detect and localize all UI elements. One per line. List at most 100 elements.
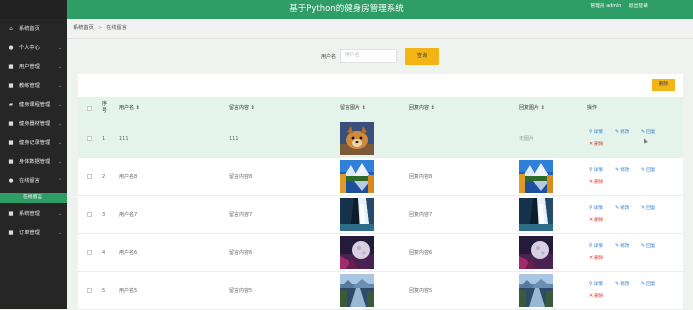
sidebar-item-label: 用户管理 (19, 64, 40, 70)
edit-icon: ✎ (615, 281, 620, 287)
grid-icon: ■ (8, 211, 14, 217)
row-checkbox[interactable] (87, 174, 92, 179)
message-image[interactable] (340, 160, 374, 193)
chevron-icon: ⌄ (57, 159, 62, 165)
reply-image[interactable] (519, 236, 553, 269)
col-message-image[interactable]: 留言图片 ⇕ (340, 97, 366, 120)
cell-message: 留言内容8 (229, 174, 253, 180)
table-row: 2 用户名8 留言内容8 回复内容8 ⚲详情 ✎修改 ✎回复 ✕删除 (78, 158, 683, 196)
message-image[interactable] (340, 236, 374, 269)
sidebar-item[interactable]: ■ 身体数据管理 ⌄ (0, 153, 67, 172)
reply-image[interactable] (519, 274, 553, 307)
reply-link[interactable]: ✎回复 (641, 243, 655, 250)
delete-link[interactable]: ✕删除 (589, 179, 603, 186)
detail-link[interactable]: ⚲详情 (589, 205, 603, 212)
sidebar-item[interactable]: ● 个人中心 ⌄ (0, 39, 67, 58)
sidebar-item[interactable]: ■ 用户管理 ⌄ (0, 58, 67, 77)
search-button[interactable]: 查询 (405, 48, 439, 65)
chevron-icon: ⌄ (57, 64, 62, 70)
grid-icon: ■ (8, 140, 14, 146)
reply-label: 回复 (646, 282, 656, 287)
breadcrumb-home[interactable]: 系统首页 (73, 25, 94, 31)
sidebar-item-label: 个人中心 (19, 45, 40, 51)
chevron-icon: ⌄ (57, 121, 62, 127)
edit-label: 修改 (620, 244, 630, 249)
sidebar-item[interactable]: ● 在线留言 ⌃ (0, 172, 67, 191)
sidebar-item[interactable]: ■ 教练管理 ⌄ (0, 77, 67, 96)
col-username[interactable]: 用户名 ⇕ (119, 97, 140, 120)
edit-link[interactable]: ✎修改 (615, 281, 629, 288)
sidebar-item[interactable]: ■ 健身器材管理 ⌄ (0, 115, 67, 134)
chevron-icon: ⌄ (57, 140, 62, 146)
col-reply-image[interactable]: 回复图片 ⇕ (519, 97, 545, 120)
cell-username: 用户名6 (119, 250, 138, 256)
edit-link[interactable]: ✎修改 (615, 243, 629, 250)
detail-link[interactable]: ⚲详情 (589, 243, 603, 250)
sidebar-item[interactable]: ■ 健身记录管理 ⌄ (0, 134, 67, 153)
detail-link[interactable]: ⚲详情 (589, 167, 603, 174)
sidebar-item-label: 系统管理 (19, 211, 40, 217)
detail-link[interactable]: ⚲详情 (589, 129, 603, 136)
detail-link[interactable]: ⚲详情 (589, 281, 603, 288)
search-icon: ⚲ (589, 281, 593, 287)
delete-link[interactable]: ✕删除 (589, 141, 603, 148)
col-ops: 操作 (587, 105, 598, 111)
home-icon: ⌂ (9, 26, 13, 32)
reply-link[interactable]: ✎回复 (641, 281, 655, 288)
col-reply-image-label: 回复图片 (519, 105, 540, 111)
col-message[interactable]: 留言内容 ⇕ (229, 97, 255, 120)
sidebar-item[interactable]: ▰ 健身课程管理 ⌄ (0, 96, 67, 115)
table-row: 1 111 111 无图片 ⚲详情 ✎修改 ✎回复 ✕删除 (78, 120, 683, 158)
detail-label: 详情 (593, 206, 603, 211)
reply-image[interactable] (519, 198, 553, 231)
cell-index: 1 (102, 136, 106, 142)
delete-link[interactable]: ✕删除 (589, 293, 603, 300)
close-icon: ✕ (589, 293, 594, 299)
reply-link[interactable]: ✎回复 (641, 167, 655, 174)
sidebar-item-label: 健身记录管理 (19, 140, 51, 146)
user-icon: ● (8, 45, 14, 51)
col-message-image-label: 留言图片 (340, 105, 361, 111)
row-checkbox[interactable] (87, 288, 92, 293)
sidebar-item[interactable]: ⌂ 系统首页 (0, 20, 67, 39)
reply-image[interactable] (519, 160, 553, 193)
table-header: 序号 用户名 ⇕ 留言内容 ⇕ 留言图片 ⇕ 回复内容 ⇕ 回复图片 ⇕ 操作 (78, 97, 683, 120)
edit-link[interactable]: ✎修改 (615, 205, 629, 212)
sidebar-item[interactable]: ■ 系统管理 ⌄ (0, 205, 67, 224)
current-user: 管理员 admin (590, 4, 622, 9)
row-checkbox[interactable] (87, 136, 92, 141)
delete-link[interactable]: ✕删除 (589, 217, 603, 224)
row-checkbox[interactable] (87, 250, 92, 255)
delete-link[interactable]: ✕删除 (589, 255, 603, 262)
cell-username: 用户名8 (119, 174, 138, 180)
col-reply[interactable]: 回复内容 ⇕ (409, 97, 435, 120)
sidebar-item-label: 健身课程管理 (19, 102, 51, 108)
message-image[interactable] (340, 274, 374, 307)
close-icon: ✕ (589, 179, 594, 185)
reply-label: 回复 (646, 206, 656, 211)
sidebar-item[interactable]: ■ 订单管理 ⌄ (0, 224, 67, 243)
sort-icon: ⇕ (250, 105, 255, 111)
cell-username: 用户名7 (119, 212, 138, 218)
reply-link[interactable]: ✎回复 (641, 129, 655, 136)
username-search-input[interactable]: 用户名 (340, 49, 397, 63)
search-icon: ⚲ (589, 129, 593, 135)
reply-label: 回复 (646, 130, 656, 135)
logout-link[interactable]: 退出登录 (629, 4, 648, 9)
search-label: 用户名 (321, 54, 337, 60)
bulk-delete-button[interactable]: 删除 (652, 79, 675, 91)
cell-message: 留言内容5 (229, 288, 253, 294)
row-actions: ⚲详情 ✎修改 ✎回复 ✕删除 (588, 234, 683, 272)
edit-link[interactable]: ✎修改 (615, 129, 629, 136)
row-checkbox[interactable] (87, 212, 92, 217)
edit-link[interactable]: ✎修改 (615, 167, 629, 174)
sidebar-subitem-active[interactable]: 在线留言 (0, 193, 67, 203)
sidebar-item-label: 系统首页 (19, 26, 40, 32)
edit-icon: ✎ (615, 167, 620, 173)
select-all-checkbox[interactable] (87, 106, 92, 111)
message-image[interactable] (340, 198, 374, 231)
message-image[interactable] (340, 122, 374, 155)
link-icon: ✎ (641, 205, 646, 211)
detail-label: 详情 (593, 168, 603, 173)
reply-link[interactable]: ✎回复 (641, 205, 655, 212)
